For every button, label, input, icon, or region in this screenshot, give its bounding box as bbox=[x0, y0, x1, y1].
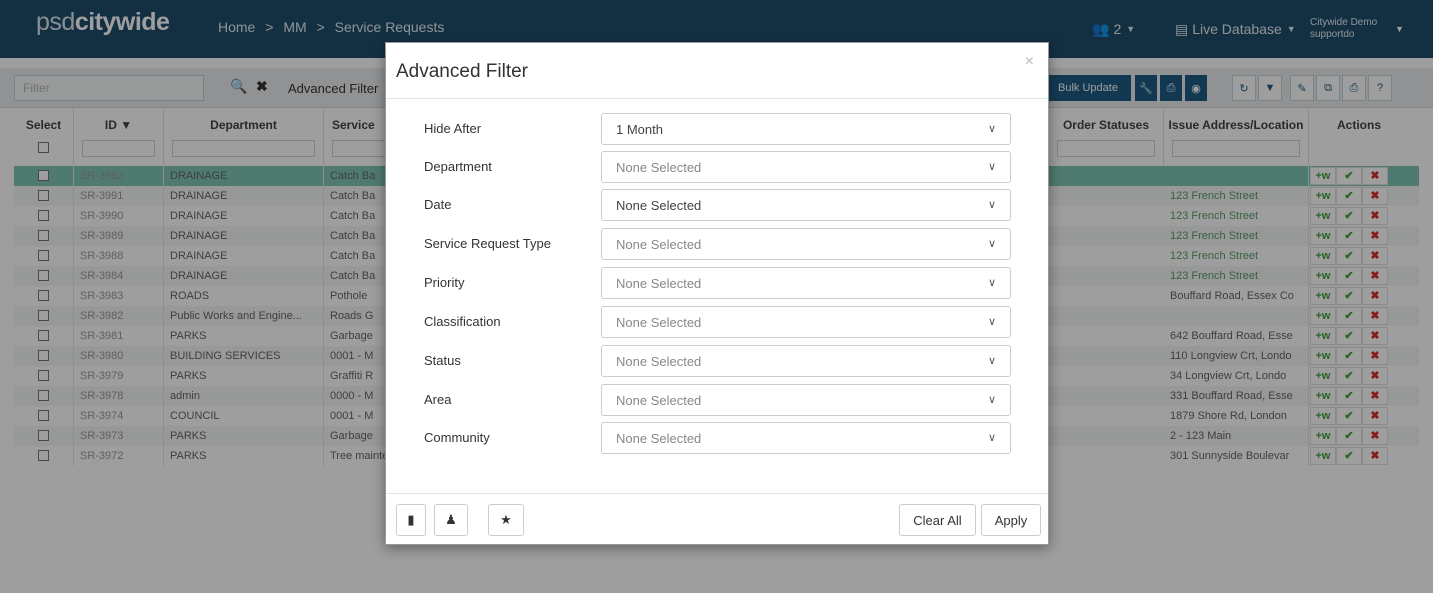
field-label: Area bbox=[424, 392, 452, 407]
filter-select[interactable]: None Selected ∨ bbox=[601, 189, 1011, 221]
field-label: Department bbox=[424, 159, 492, 174]
modal-title: Advanced Filter bbox=[396, 61, 529, 82]
chevron-down-icon: ∨ bbox=[987, 123, 996, 135]
chevron-down-icon: ∨ bbox=[987, 355, 996, 367]
chevron-down-icon: ∨ bbox=[987, 277, 996, 289]
select-value: None Selected bbox=[616, 276, 702, 291]
filter-select[interactable]: None Selected ∨ bbox=[601, 228, 1011, 260]
chevron-down-icon: ∨ bbox=[987, 199, 996, 211]
chevron-down-icon: ∨ bbox=[987, 238, 996, 250]
apply-button[interactable]: Apply bbox=[981, 504, 1041, 536]
filter-select[interactable]: 1 Month ∨ bbox=[601, 113, 1011, 145]
clear-all-button[interactable]: Clear All bbox=[899, 504, 976, 536]
filter-select[interactable]: None Selected ∨ bbox=[601, 384, 1011, 416]
star-icon: ★ bbox=[500, 512, 512, 527]
field-label: Service Request Type bbox=[424, 236, 551, 251]
advanced-filter-modal: Advanced Filter × Hide After 1 Month ∨ Depa… bbox=[385, 42, 1049, 545]
bookmark-button[interactable]: ▮ bbox=[396, 504, 426, 536]
field-label: Hide After bbox=[424, 121, 482, 136]
chevron-down-icon: ∨ bbox=[987, 316, 996, 328]
close-icon[interactable]: × bbox=[1025, 53, 1034, 71]
favorite-button[interactable]: ★ bbox=[488, 504, 524, 536]
filter-select[interactable]: None Selected ∨ bbox=[601, 267, 1011, 299]
select-value: None Selected bbox=[616, 393, 702, 408]
filter-select[interactable]: None Selected ∨ bbox=[601, 422, 1011, 454]
field-label: Date bbox=[424, 197, 452, 212]
filter-select[interactable]: None Selected ∨ bbox=[601, 306, 1011, 338]
select-value: None Selected bbox=[616, 198, 702, 213]
modal-header-divider bbox=[386, 98, 1048, 99]
user-filter-button[interactable]: ♟ bbox=[434, 504, 468, 536]
select-value: None Selected bbox=[616, 431, 702, 446]
field-label: Classification bbox=[424, 314, 501, 329]
select-value: 1 Month bbox=[616, 122, 663, 137]
select-value: None Selected bbox=[616, 354, 702, 369]
field-label: Status bbox=[424, 353, 461, 368]
filter-select[interactable]: None Selected ∨ bbox=[601, 345, 1011, 377]
select-value: None Selected bbox=[616, 237, 702, 252]
field-label: Community bbox=[424, 430, 490, 445]
filter-select[interactable]: None Selected ∨ bbox=[601, 151, 1011, 183]
modal-footer-divider bbox=[386, 493, 1048, 494]
chevron-down-icon: ∨ bbox=[987, 161, 996, 173]
field-label: Priority bbox=[424, 275, 465, 290]
bookmark-icon: ▮ bbox=[407, 512, 415, 527]
user-icon: ♟ bbox=[445, 512, 457, 527]
select-value: None Selected bbox=[616, 160, 702, 175]
select-value: None Selected bbox=[616, 315, 702, 330]
chevron-down-icon: ∨ bbox=[987, 394, 996, 406]
chevron-down-icon: ∨ bbox=[987, 432, 996, 444]
